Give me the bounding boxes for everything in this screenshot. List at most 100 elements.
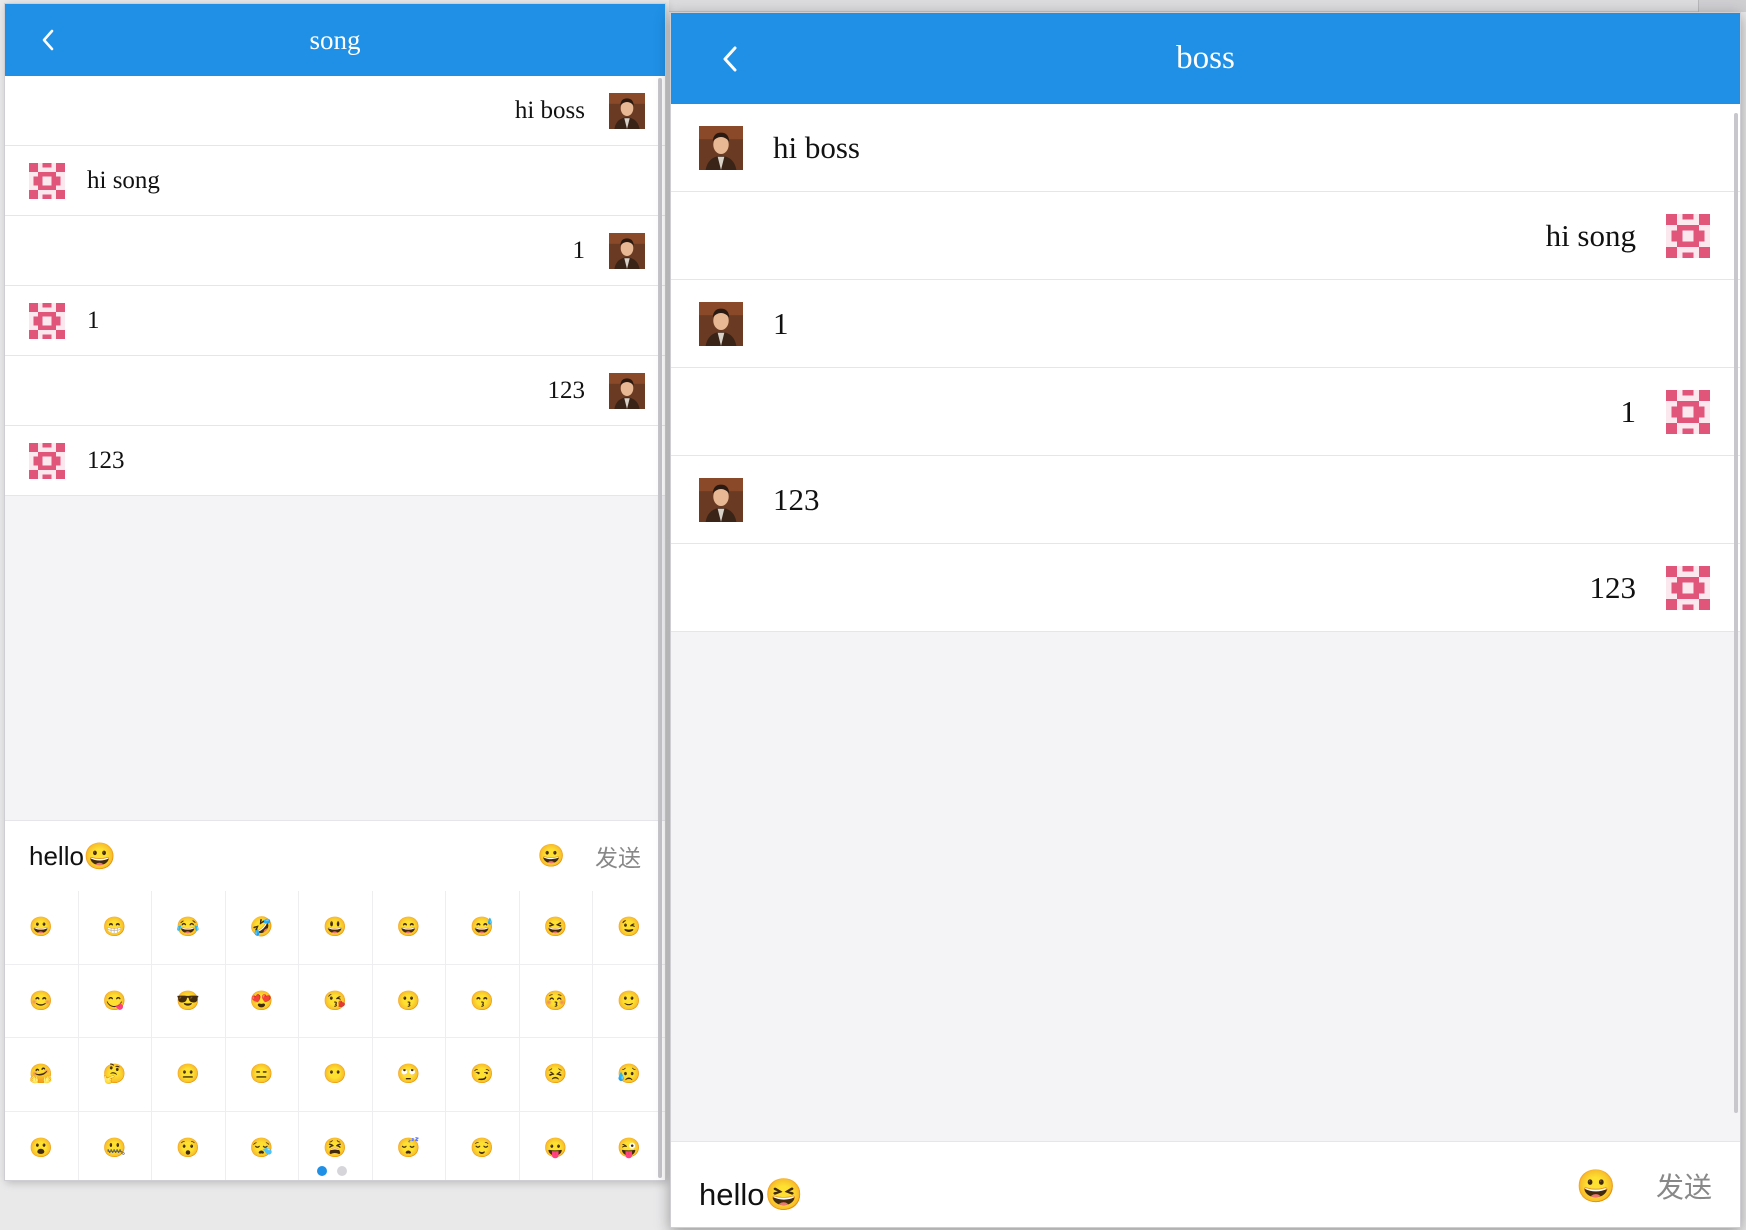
message-row[interactable]: hi boss [671,104,1740,192]
message-row[interactable]: 1 [671,368,1740,456]
emoji-cell[interactable]: 😎 [152,964,226,1038]
message-text: 123 [1589,569,1637,605]
avatar [29,302,65,339]
person-photo-icon [609,372,645,409]
avatar [699,301,743,346]
input-bar: hello😀 😀 发送 [5,820,665,891]
message-row[interactable]: hi boss [5,76,665,146]
chat-window-song: song hi boss hi song 1 1 123 123 hello😀 … [4,3,666,1181]
emoji-cell[interactable]: 🤔 [78,1038,152,1112]
message-row[interactable]: 123 [671,456,1740,544]
emoji-cell[interactable]: 😣 [519,1038,593,1112]
emoji-cell[interactable]: 😉 [593,891,665,965]
emoji-cell[interactable]: 😃 [299,891,373,965]
message-text: 1 [773,305,789,341]
avatar [609,232,645,269]
emoji-cell[interactable]: 😁 [78,891,152,965]
titlebar-tab[interactable] [1698,0,1746,12]
page-indicator [317,1166,347,1176]
emoji-cell[interactable]: 🙄 [372,1038,446,1112]
pink-pattern-icon [29,442,65,479]
message-row[interactable]: 123 [5,356,665,426]
message-row[interactable]: hi song [671,192,1740,280]
chat-window-boss: boss hi boss hi song 1 1 123 123 hello😆 … [670,12,1741,1228]
emoji-cell[interactable]: 🤗 [5,1038,79,1112]
avatar [699,125,743,170]
message-text: 1 [1620,393,1637,429]
avatar [29,442,65,479]
emoji-cell[interactable]: 😚 [519,964,593,1038]
emoji-cell[interactable]: 😥 [593,1038,665,1112]
message-input[interactable]: hello😆 [699,1158,1576,1213]
avatar [1666,565,1710,610]
emoji-cell[interactable]: 😗 [372,964,446,1038]
pink-pattern-icon [29,162,65,199]
message-text: hi boss [773,129,860,165]
emoji-cell[interactable]: 😌 [446,1111,520,1180]
emoji-cell[interactable]: 😅 [446,891,520,965]
message-row[interactable]: hi song [5,146,665,216]
emoji-cell[interactable]: 😪 [226,1111,299,1180]
avatar [609,372,645,409]
person-photo-icon [699,301,743,346]
navbar: boss [671,13,1740,104]
page-title: song [309,24,361,55]
emoji-cell[interactable]: 😑 [225,1038,299,1112]
person-photo-icon [699,125,743,170]
emoji-cell[interactable]: 😛 [520,1111,593,1180]
pink-pattern-icon [1666,565,1710,610]
message-row[interactable]: 123 [5,426,665,496]
back-button[interactable] [31,23,65,57]
emoji-cell[interactable]: 😂 [152,891,226,965]
chevron-left-icon [723,46,737,71]
window-titlebar [669,0,1746,12]
emoji-cell[interactable]: 😆 [519,891,593,965]
scrollbar[interactable] [658,78,662,1178]
emoji-cell[interactable]: 😐 [152,1038,226,1112]
emoji-cell[interactable]: 😍 [225,964,299,1038]
emoji-cell[interactable]: 😙 [446,964,520,1038]
send-button[interactable]: 发送 [595,839,641,873]
emoji-cell[interactable]: 😏 [446,1038,520,1112]
message-row[interactable]: 1 [5,286,665,356]
emoji-cell[interactable]: 😋 [78,964,152,1038]
emoji-cell[interactable]: 😯 [152,1111,226,1180]
page-dot-1[interactable] [317,1166,327,1176]
emoji-cell[interactable]: 🙂 [593,965,665,1038]
pink-pattern-icon [1666,213,1710,258]
message-input[interactable]: hello😀 [29,841,538,872]
emoji-cell[interactable]: 😘 [299,964,373,1038]
emoji-cell[interactable]: 😴 [373,1111,446,1180]
emoji-cell[interactable]: 😄 [372,891,446,965]
message-text: 123 [87,446,125,474]
emoji-cell[interactable]: 🤣 [225,891,299,965]
message-row[interactable]: 123 [671,544,1740,632]
emoji-toggle-icon[interactable]: 😀 [538,843,565,869]
message-row[interactable]: 1 [5,216,665,286]
person-photo-icon [609,232,645,269]
scrollbar[interactable] [1734,113,1738,1113]
back-button[interactable] [713,42,747,76]
emoji-cell[interactable]: 😊 [5,964,79,1038]
avatar [29,162,65,199]
emoji-toggle-icon[interactable]: 😀 [1576,1167,1616,1205]
message-row[interactable]: 1 [671,280,1740,368]
emoji-cell[interactable]: 🤐 [79,1111,152,1180]
message-text: hi song [1545,217,1636,253]
emoji-grid: 😜 😛 😌 😴 😫 😪 😯 🤐 😮 😥 😣 😏 🙄 😶 😑 😐 🤔 🤗 🙂 😚 😙 😗 😘 😍 😎 😋 😊 😉 😆 😅 😄 😃 🤣 😂 😁 😀 [5,891,665,1181]
message-text: 123 [773,481,820,517]
emoji-cell[interactable]: 😜 [593,1112,665,1181]
message-text: 123 [547,376,586,404]
page-title: boss [1176,40,1235,76]
page-dot-2[interactable] [337,1166,347,1176]
emoji-cell[interactable]: 😀 [5,891,79,965]
person-photo-icon [699,477,743,522]
send-button[interactable]: 发送 [1656,1166,1712,1206]
emoji-cell[interactable]: 😮 [5,1111,79,1180]
message-text: 1 [87,306,100,334]
navbar: song [5,4,665,76]
avatar [1666,389,1710,434]
person-photo-icon [609,92,645,129]
message-list: hi boss hi song 1 1 123 123 [5,76,665,496]
emoji-cell[interactable]: 😶 [299,1038,373,1112]
